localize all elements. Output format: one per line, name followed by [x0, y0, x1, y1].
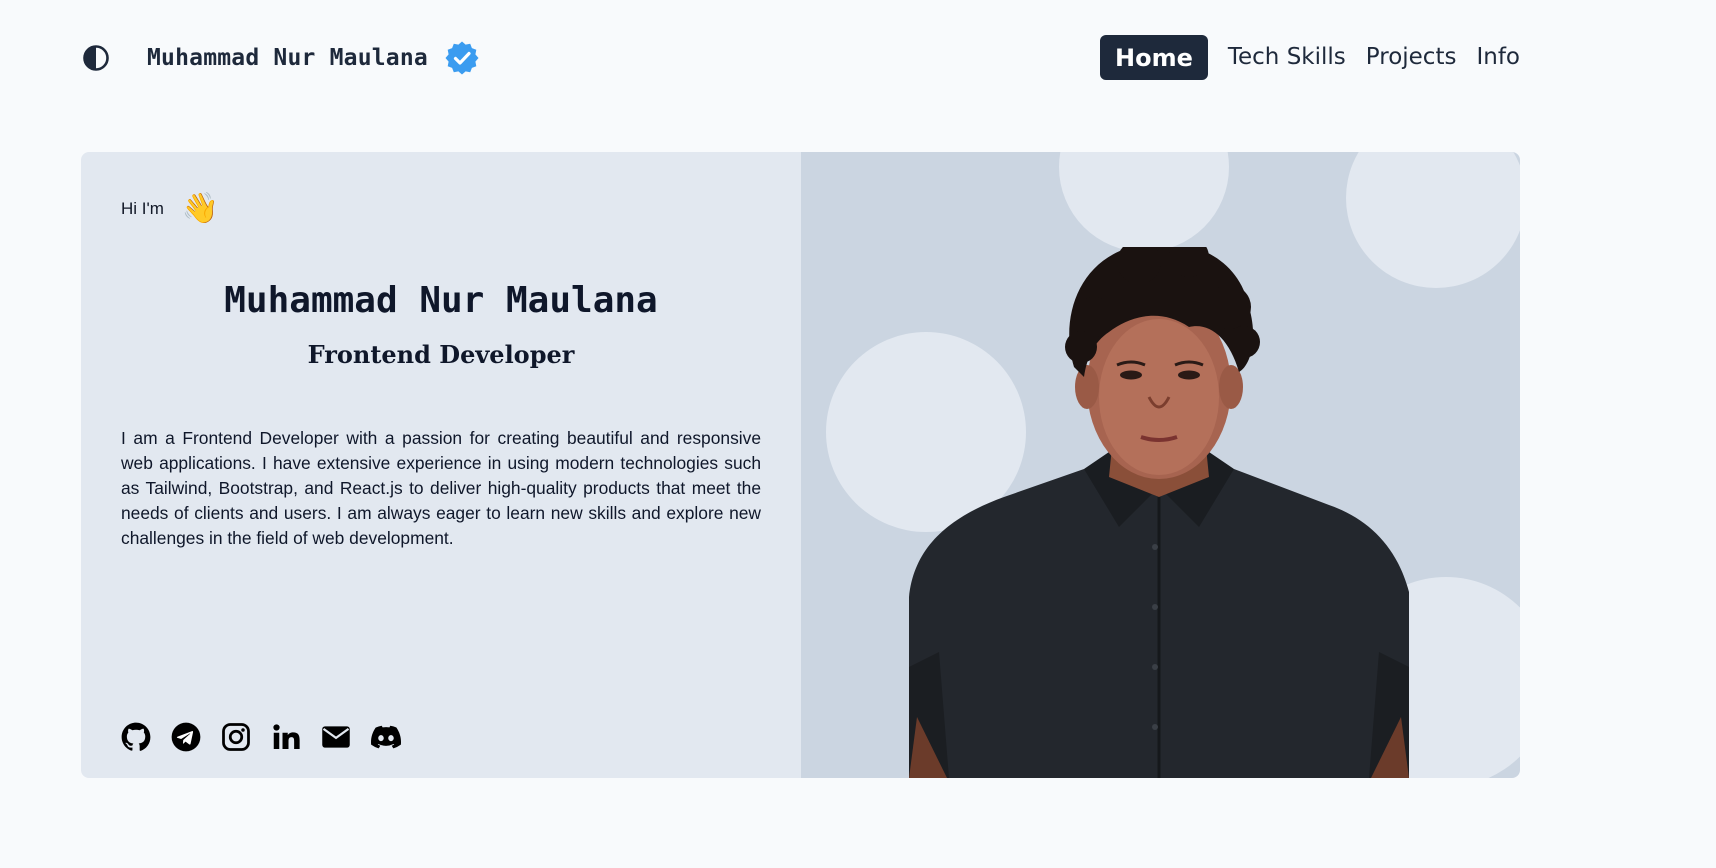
telegram-icon[interactable]: [171, 722, 201, 752]
hero-intro-panel: Hi I'm 👋 Muhammad Nur Maulana Frontend D…: [81, 152, 801, 778]
greeting-text: Hi I'm: [121, 199, 164, 218]
theme-toggle-icon[interactable]: [82, 44, 110, 72]
main-nav: Home Tech Skills Projects Info: [1100, 35, 1520, 80]
nav-tech-skills[interactable]: Tech Skills: [1228, 40, 1346, 75]
waving-hand-icon: 👋: [181, 192, 220, 225]
social-links: [121, 722, 401, 752]
greeting: Hi I'm 👋: [121, 194, 219, 224]
hero-role: Frontend Developer: [307, 340, 575, 369]
instagram-icon[interactable]: [221, 722, 251, 752]
verified-badge-icon: [444, 40, 480, 76]
nav-info[interactable]: Info: [1476, 40, 1520, 75]
nav-projects[interactable]: Projects: [1366, 40, 1457, 75]
hero-card: Hi I'm 👋 Muhammad Nur Maulana Frontend D…: [81, 152, 1520, 778]
nav-home[interactable]: Home: [1100, 35, 1208, 80]
brand[interactable]: Muhammad Nur Maulana: [147, 40, 480, 76]
profile-photo: [909, 247, 1409, 778]
discord-icon[interactable]: [371, 722, 401, 752]
github-icon[interactable]: [121, 722, 151, 752]
hero-name: Muhammad Nur Maulana: [224, 280, 658, 321]
email-icon[interactable]: [321, 722, 351, 752]
hero-photo-panel: [801, 152, 1520, 778]
hero-bio: I am a Frontend Developer with a passion…: [121, 428, 761, 548]
decorative-circle: [1059, 152, 1229, 252]
linkedin-icon[interactable]: [271, 722, 301, 752]
brand-name: Muhammad Nur Maulana: [147, 45, 428, 71]
